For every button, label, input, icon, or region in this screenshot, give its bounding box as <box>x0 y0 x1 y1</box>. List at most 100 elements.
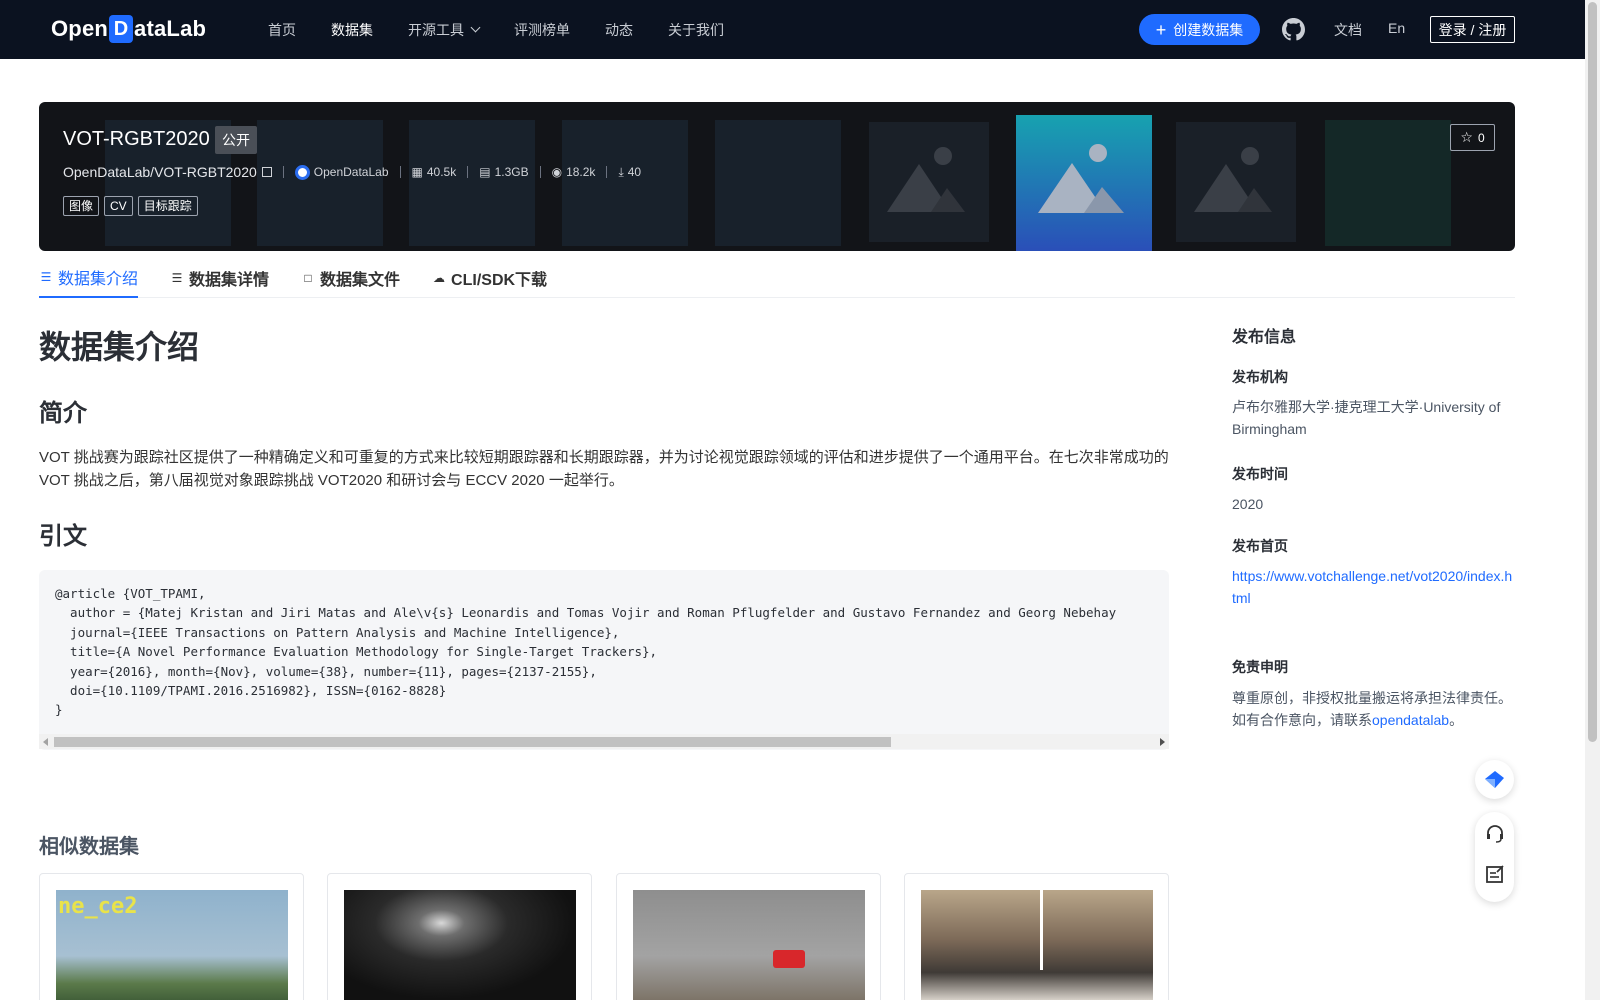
tab-dataset-details[interactable]: ☰ 数据集详情 <box>170 258 269 298</box>
similar-dataset-card[interactable] <box>616 873 881 1000</box>
star-icon: ☆ <box>1460 129 1473 145</box>
divider <box>399 166 401 178</box>
feishu-icon <box>1485 771 1504 788</box>
publisher-org[interactable]: OpenDataLab <box>314 165 389 179</box>
similar-datasets-heading: 相似数据集 <box>39 836 139 858</box>
page-title: 数据集介绍 <box>39 329 200 365</box>
code-line: journal={IEEE Transactions on Pattern An… <box>55 624 620 640</box>
intro-heading: 简介 <box>39 400 87 427</box>
top-navbar: Open DataLab 首页 数据集 开源工具 评测榜单 动态 关于我们 + 创… <box>0 0 1585 59</box>
visibility-badge: 公开 <box>215 126 257 154</box>
publisher-value: 卢布尔雅那大学·捷克理工大学·University of Birmingham <box>1232 399 1501 437</box>
code-line: @article {VOT_TPAMI, <box>55 586 206 601</box>
publish-time-value: 2020 <box>1232 496 1264 512</box>
main-nav: 首页 数据集 开源工具 评测榜单 动态 关于我们 <box>268 0 759 59</box>
star-button[interactable]: ☆ 0 <box>1450 124 1495 151</box>
citation-code: @article {VOT_TPAMI, author = {Matej Kri… <box>55 584 1116 720</box>
banner-thumbnail <box>409 120 535 246</box>
tab-label: 数据集详情 <box>189 272 270 289</box>
create-dataset-label: 创建数据集 <box>1173 21 1244 38</box>
tag-image[interactable]: 图像 <box>63 196 100 216</box>
chevron-down-icon <box>470 22 481 33</box>
divider <box>467 166 469 178</box>
disclaimer-line-2: 如有合作意向，请联系opendatalab。 <box>1232 709 1517 731</box>
opendatalab-contact-link[interactable]: opendatalab <box>1372 712 1449 728</box>
scroll-left-icon[interactable] <box>43 738 48 746</box>
disclaimer-label: 免责申明 <box>1232 659 1288 675</box>
citation-code-block: @article {VOT_TPAMI, author = {Matej Kri… <box>39 570 1169 750</box>
dataset-thumbnail <box>633 890 865 1000</box>
download-icon: ⤓ <box>618 164 624 179</box>
feedback-icon[interactable] <box>1485 864 1505 884</box>
banner-thumbnail <box>562 120 688 246</box>
similar-dataset-card[interactable]: ne_ce2 <box>39 873 304 1000</box>
database-icon: ☰ <box>40 270 52 284</box>
plus-icon: + <box>1155 19 1167 40</box>
red-marker <box>773 950 805 968</box>
homepage-label: 发布首页 <box>1232 538 1288 554</box>
scroll-right-icon[interactable] <box>1160 738 1165 746</box>
page-scrollbar[interactable] <box>1585 0 1600 1000</box>
collage-divider <box>1040 890 1043 970</box>
publisher-label: 发布机构 <box>1232 369 1288 385</box>
tab-cli-sdk-download[interactable]: ☁ CLI/SDK下载 <box>432 258 547 298</box>
nav-datasets[interactable]: 数据集 <box>331 20 373 40</box>
create-dataset-button[interactable]: + 创建数据集 <box>1139 14 1260 45</box>
data-count: 40.5k <box>426 165 457 179</box>
tag-cv[interactable]: CV <box>104 196 133 216</box>
headset-icon[interactable] <box>1485 824 1505 844</box>
storage-icon: ▤ <box>479 165 491 179</box>
star-count: 0 <box>1477 130 1485 145</box>
image-placeholder-icon <box>1176 122 1296 242</box>
code-line: } <box>55 702 63 718</box>
feishu-float-button[interactable] <box>1475 760 1514 799</box>
nav-about[interactable]: 关于我们 <box>668 20 724 40</box>
nav-docs[interactable]: 文档 <box>1334 20 1362 40</box>
login-register-button[interactable]: 登录 / 注册 <box>1430 16 1515 43</box>
thumbnail-overlay-text: ne_ce2 <box>58 894 138 919</box>
similar-dataset-card[interactable] <box>327 873 592 1000</box>
nav-open-tools[interactable]: 开源工具 <box>408 20 481 40</box>
opendatalab-org-icon <box>294 164 310 180</box>
nav-home[interactable]: 首页 <box>268 20 296 40</box>
code-line: title={A Novel Performance Evaluation Me… <box>55 644 658 660</box>
publish-info-title: 发布信息 <box>1232 329 1297 346</box>
disclaimer-end: 。 <box>1449 712 1464 728</box>
data-count-icon: ▦ <box>411 165 423 179</box>
dataset-thumbnail <box>921 890 1153 1000</box>
dataset-thumbnail: ne_ce2 <box>56 890 288 1000</box>
logo-text-open: Open <box>51 16 109 41</box>
view-count: 18.2k <box>566 165 596 179</box>
dataset-banner: VOT-RGBT2020 公开 OpenDataLab/VOT-RGBT2020… <box>39 102 1515 251</box>
image-placeholder-icon <box>1016 115 1152 251</box>
logo-text-datalab: ataLab <box>134 16 207 41</box>
publish-info-sidebar: 发布信息 发布机构 卢布尔雅那大学·捷克理工大学·University of B… <box>1232 320 1517 731</box>
tab-dataset-intro[interactable]: ☰ 数据集介绍 <box>39 258 139 298</box>
similar-dataset-card[interactable] <box>904 873 1169 1000</box>
code-scrollbar-thumb[interactable] <box>54 737 891 747</box>
tab-label: CLI/SDK下载 <box>451 272 548 289</box>
nav-leaderboard[interactable]: 评测榜单 <box>514 20 570 40</box>
list-icon: ☰ <box>171 271 183 285</box>
nav-news[interactable]: 动态 <box>605 20 633 40</box>
copy-icon[interactable] <box>261 167 272 177</box>
download-count: 40 <box>627 165 642 179</box>
cloud-download-icon: ☁ <box>433 271 446 285</box>
disclaimer-text: 尊重原创，非授权批量搬运将承担法律责任。 如有合作意向，请联系opendatal… <box>1232 687 1517 731</box>
homepage-link[interactable]: https://www.votchallenge.net/vot2020/ind… <box>1232 568 1512 606</box>
publish-time-label: 发布时间 <box>1232 466 1288 482</box>
tab-dataset-files[interactable]: □ 数据集文件 <box>301 258 400 298</box>
tag-object-tracking[interactable]: 目标跟踪 <box>137 196 198 216</box>
page-scrollbar-thumb[interactable] <box>1588 2 1597 742</box>
code-line: author = {Matej Kristan and Jiri Matas a… <box>55 605 1117 621</box>
dataset-repo-path: OpenDataLab/VOT-RGBT2020 <box>63 164 257 180</box>
disclaimer-contact-text: 如有合作意向，请联系 <box>1232 712 1372 728</box>
code-horizontal-scrollbar[interactable] <box>39 734 1169 749</box>
nav-open-tools-label: 开源工具 <box>408 21 464 38</box>
github-icon[interactable] <box>1282 18 1305 41</box>
tab-label: 数据集文件 <box>320 272 401 289</box>
support-float-panel <box>1475 812 1514 902</box>
dataset-meta: OpenDataLab/VOT-RGBT2020 OpenDataLab ▦ 4… <box>63 162 641 182</box>
language-switch[interactable]: En <box>1388 20 1405 36</box>
opendatalab-logo[interactable]: Open DataLab <box>51 14 206 44</box>
